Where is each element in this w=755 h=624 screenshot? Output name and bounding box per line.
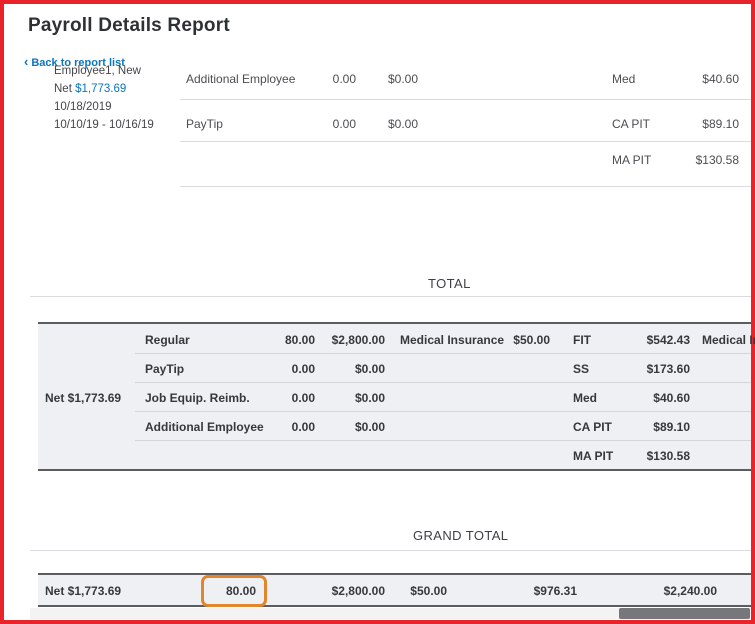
total-pay-label: PayTip <box>145 362 185 376</box>
grand-gross: $2,800.00 <box>331 584 385 598</box>
section-divider <box>30 550 751 551</box>
tax-row-amount: $130.58 <box>695 153 739 167</box>
total-amount: $0.00 <box>354 420 385 434</box>
tax-row-amount: $89.10 <box>702 117 739 131</box>
net-label: Net <box>54 83 72 95</box>
table-row-divider <box>135 440 751 441</box>
total-clipped-column: Medical In <box>702 333 755 347</box>
row-divider <box>180 186 751 187</box>
total-tax-label: SS <box>573 362 590 376</box>
total-net-amount: Net $1,773.69 <box>45 391 122 405</box>
pay-period: 10/10/19 - 10/16/19 <box>54 119 154 131</box>
section-divider <box>30 296 751 297</box>
total-pay-label: Additional Employee <box>145 420 264 434</box>
total-tax-amount: $542.43 <box>646 333 690 347</box>
payroll-details-report-page: Payroll Details Report ‹ Back to report l… <box>4 4 755 620</box>
total-heading: TOTAL <box>428 276 471 291</box>
table-row-divider <box>135 353 751 354</box>
table-row-divider <box>135 382 751 383</box>
pay-row-hours: 0.00 <box>332 72 356 86</box>
grand-taxes: $976.31 <box>533 584 577 598</box>
pay-row-amount: $0.00 <box>387 117 418 131</box>
tax-row-amount: $40.60 <box>702 72 739 86</box>
total-tax-amount: $40.60 <box>653 391 690 405</box>
total-hours: 0.00 <box>291 420 315 434</box>
pay-row-label: Additional Employee <box>186 72 296 86</box>
table-row-divider <box>135 411 751 412</box>
net-amount-link[interactable]: $1,773.69 <box>75 83 126 95</box>
employee-name: Employee1, New <box>54 65 141 77</box>
tax-row-label: CA PIT <box>612 117 651 131</box>
total-pay-label: Regular <box>145 333 190 347</box>
total-tax-label: CA PIT <box>573 420 612 434</box>
employee-net-line: Net $1,773.69 <box>54 83 126 95</box>
tax-row-label: Med <box>612 72 636 86</box>
total-tax-label: FIT <box>573 333 591 347</box>
row-divider <box>180 141 751 142</box>
horizontal-scrollbar-thumb[interactable] <box>619 608 750 619</box>
page-title: Payroll Details Report <box>28 15 230 36</box>
total-amount: $2,800.00 <box>331 333 385 347</box>
grand-net-pay: $2,240.00 <box>663 584 717 598</box>
total-pay-label: Job Equip. Reimb. <box>145 391 250 405</box>
chevron-left-icon: ‹ <box>24 54 29 69</box>
total-hours: 80.00 <box>284 333 315 347</box>
total-tax-amount: $89.10 <box>653 420 690 434</box>
total-amount: $0.00 <box>354 391 385 405</box>
tax-row-label: MA PIT <box>612 153 652 167</box>
total-hours: 0.00 <box>291 391 315 405</box>
pay-row-hours: 0.00 <box>332 117 356 131</box>
grand-net: Net $1,773.69 <box>45 584 122 598</box>
total-hours: 0.00 <box>291 362 315 376</box>
highlight-box <box>201 575 267 607</box>
pay-row-label: PayTip <box>186 117 223 131</box>
grand-deductions: $50.00 <box>410 584 447 598</box>
total-tax-amount: $173.60 <box>646 362 690 376</box>
pay-row-amount: $0.00 <box>387 72 418 86</box>
check-date: 10/18/2019 <box>54 101 112 113</box>
total-tax-label: MA PIT <box>573 449 614 463</box>
total-tax-amount: $130.58 <box>646 449 690 463</box>
total-deduction-amount: $50.00 <box>513 333 550 347</box>
total-amount: $0.00 <box>354 362 385 376</box>
grand-total-heading: GRAND TOTAL <box>413 528 509 543</box>
row-divider <box>180 99 751 100</box>
total-tax-label: Med <box>573 391 597 405</box>
total-deduction-label: Medical Insurance <box>400 333 505 347</box>
